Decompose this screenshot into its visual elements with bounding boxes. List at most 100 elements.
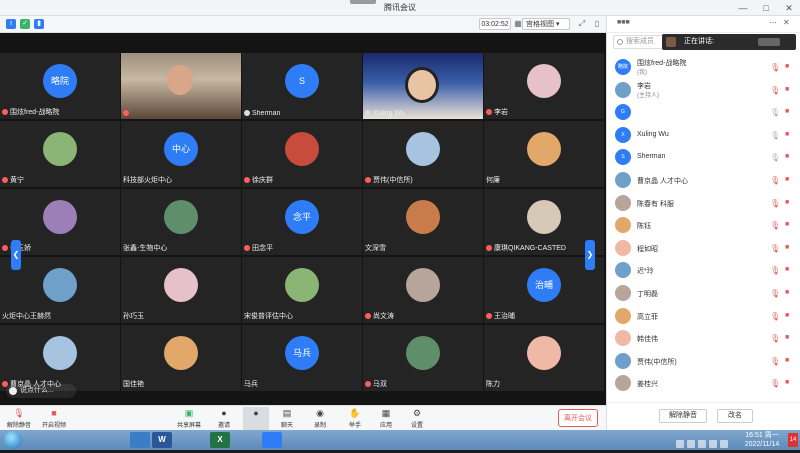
camera-off-icon[interactable]: ■ [785, 86, 789, 93]
more-options-icon[interactable]: ⋯ [769, 18, 777, 27]
meeting-app-icon[interactable] [262, 432, 282, 448]
members-button[interactable]: ● [243, 407, 269, 430]
participant-tile[interactable]: S Sherman [242, 53, 362, 119]
microphone-muted-icon[interactable]: 🎙 [770, 312, 780, 321]
excel-app-icon[interactable]: X [210, 432, 230, 448]
camera-off-icon[interactable]: ■ [785, 266, 789, 273]
share-screen-button[interactable]: ▣ 共享屏幕 [172, 407, 206, 430]
rename-button[interactable]: 改名 [717, 409, 753, 423]
chat-button[interactable]: ▤ 聊天 [276, 407, 298, 430]
participant-row[interactable]: 迟*玲 🎙 ■ [607, 259, 800, 282]
camera-off-icon[interactable]: ■ [785, 312, 789, 319]
next-page-arrow[interactable]: ❯ [585, 240, 595, 270]
microphone-muted-icon[interactable]: 🎙 [770, 289, 780, 298]
participant-tile[interactable]: 念平 田念平 [242, 189, 362, 255]
camera-off-icon[interactable]: ■ [785, 221, 789, 228]
camera-off-icon[interactable]: ■ [785, 334, 789, 341]
fullscreen-icon[interactable]: ⤢ [576, 18, 588, 30]
participant-tile[interactable]: 黄宁 [0, 121, 120, 187]
camera-off-icon[interactable]: ■ [785, 244, 789, 251]
participant-tile[interactable]: 中心 科技部火炬中心 [121, 121, 241, 187]
participant-row[interactable]: 韩佳伟 🎙 ■ [607, 327, 800, 350]
microphone-muted-icon[interactable]: 🎙 [770, 379, 780, 388]
participant-row[interactable]: G 🎙 ■ [607, 101, 800, 124]
microphone-muted-icon[interactable]: 🎙 [770, 334, 780, 343]
microphone-muted-icon[interactable]: 🎙 [770, 199, 780, 208]
split-panel-icon[interactable]: ▯ [591, 18, 603, 30]
camera-off-icon[interactable]: ■ [785, 176, 789, 183]
microphone-muted-icon[interactable]: 🎙 [770, 221, 780, 230]
unmute-all-button[interactable]: 解除静音 [659, 409, 707, 423]
participant-row[interactable]: 丁明磊 🎙 ■ [607, 282, 800, 305]
video-button[interactable]: ■ 开启视频 [38, 407, 70, 430]
start-button[interactable] [4, 431, 22, 449]
previous-page-arrow[interactable]: ❮ [11, 240, 21, 270]
record-button[interactable]: ◉ 录制 [309, 407, 331, 430]
microphone-muted-icon[interactable]: 🎙 [770, 86, 780, 95]
participant-tile[interactable]: 李岩 [484, 53, 604, 119]
microphone-icon[interactable]: 🎙 [770, 153, 780, 162]
participant-row[interactable]: 李岩 (主持人) 🎙 ■ [607, 79, 800, 102]
microphone-icon[interactable]: 🎙 [770, 108, 780, 117]
participant-tile[interactable] [121, 53, 241, 119]
camera-off-icon[interactable]: ■ [785, 131, 789, 138]
participant-tile[interactable]: 陈力 [484, 325, 604, 391]
camera-off-icon[interactable]: ■ [785, 289, 789, 296]
camera-off-icon[interactable]: ■ [785, 357, 789, 364]
participant-row[interactable]: 姜桂兴 🎙 ■ [607, 372, 800, 395]
participant-row[interactable]: 略院 围炫fred-战略院 (我) 🎙 ■ [607, 56, 800, 79]
explorer-app-icon[interactable] [130, 432, 150, 448]
participant-tile[interactable]: 宋俊普评估中心 [242, 257, 362, 323]
raise-hand-button[interactable]: ✋ 举手 [344, 407, 366, 430]
participant-row[interactable]: 曹京晶 人才中心 🎙 ■ [607, 169, 800, 192]
participant-row[interactable]: X Xuling Wu 🎙 ■ [607, 124, 800, 147]
participant-row[interactable]: 陈钰 🎙 ■ [607, 214, 800, 237]
participant-tile[interactable]: 略院 围炫fred-战略院 [0, 53, 120, 119]
camera-off-icon[interactable]: ■ [785, 379, 789, 386]
microphone-muted-icon[interactable]: 🎙 [770, 266, 780, 275]
participant-tile[interactable]: 张鑫-生物中心 [121, 189, 241, 255]
close-panel-icon[interactable]: ✕ [783, 18, 790, 27]
participant-row[interactable]: 程如昭 🎙 ■ [607, 237, 800, 260]
participant-tile[interactable]: 孙巧玉 [121, 257, 241, 323]
camera-off-icon[interactable]: ■ [785, 199, 789, 206]
participant-tile[interactable]: 国佳艳 [121, 325, 241, 391]
microphone-muted-icon[interactable]: 🎙 [770, 176, 780, 185]
system-clock[interactable]: 16:51 周一 2022/11/14 [738, 431, 786, 449]
participant-tile[interactable]: 文深雪 [363, 189, 483, 255]
participant-tile[interactable]: Xuling Wu [363, 53, 483, 119]
word-app-icon[interactable]: W [152, 432, 172, 448]
leave-meeting-button[interactable]: 离开会议 [558, 409, 598, 427]
participant-tile[interactable]: 贾伟(中信所) [363, 121, 483, 187]
participant-tile[interactable]: 何廉 [484, 121, 604, 187]
microphone-muted-icon[interactable]: 🎙 [770, 357, 780, 366]
layout-view-button[interactable]: 宫格视图 ▾ [522, 18, 570, 30]
camera-off-icon[interactable]: ■ [785, 153, 789, 160]
participant-tile[interactable]: 马兵 马兵 [242, 325, 362, 391]
microphone-muted-icon[interactable]: 🎙 [770, 244, 780, 253]
microphone-icon[interactable]: 🎙 [770, 131, 780, 140]
participant-tile[interactable]: 曹京晶 人才中心 [0, 325, 120, 391]
security-shield-icon[interactable]: ✓ [20, 19, 30, 29]
participant-tile[interactable]: 尚文涛 [363, 257, 483, 323]
invite-button[interactable]: ● 邀请 [212, 407, 236, 430]
participant-tile[interactable]: 马双 [363, 325, 483, 391]
participant-row[interactable]: 贾伟(中信所) 🎙 ■ [607, 350, 800, 373]
participant-row[interactable]: 陈春有 科服 🎙 ■ [607, 192, 800, 215]
close-button[interactable]: ✕ [778, 0, 800, 16]
camera-off-icon[interactable]: ■ [785, 63, 789, 70]
mute-button[interactable]: 🎙 解除静音 [4, 407, 34, 430]
microphone-muted-icon[interactable]: 🎙 [770, 63, 780, 72]
participant-row[interactable]: 高立菲 🎙 ■ [607, 305, 800, 328]
camera-off-icon[interactable]: ■ [785, 108, 789, 115]
minimize-button[interactable]: — [732, 0, 754, 16]
apps-button[interactable]: ▦ 应用 [375, 407, 397, 430]
notification-badge[interactable]: 14 [788, 433, 798, 447]
participant-tile[interactable]: 徐庆群 [242, 121, 362, 187]
settings-button[interactable]: ⚙ 设置 [406, 407, 428, 430]
maximize-button[interactable]: □ [755, 0, 777, 16]
meeting-info-icon[interactable]: i [6, 19, 16, 29]
signal-icon[interactable]: ▮ [34, 19, 44, 29]
chat-bubble[interactable]: 说点什么... [6, 384, 76, 398]
participant-row[interactable]: S Sherman 🎙 ■ [607, 146, 800, 169]
